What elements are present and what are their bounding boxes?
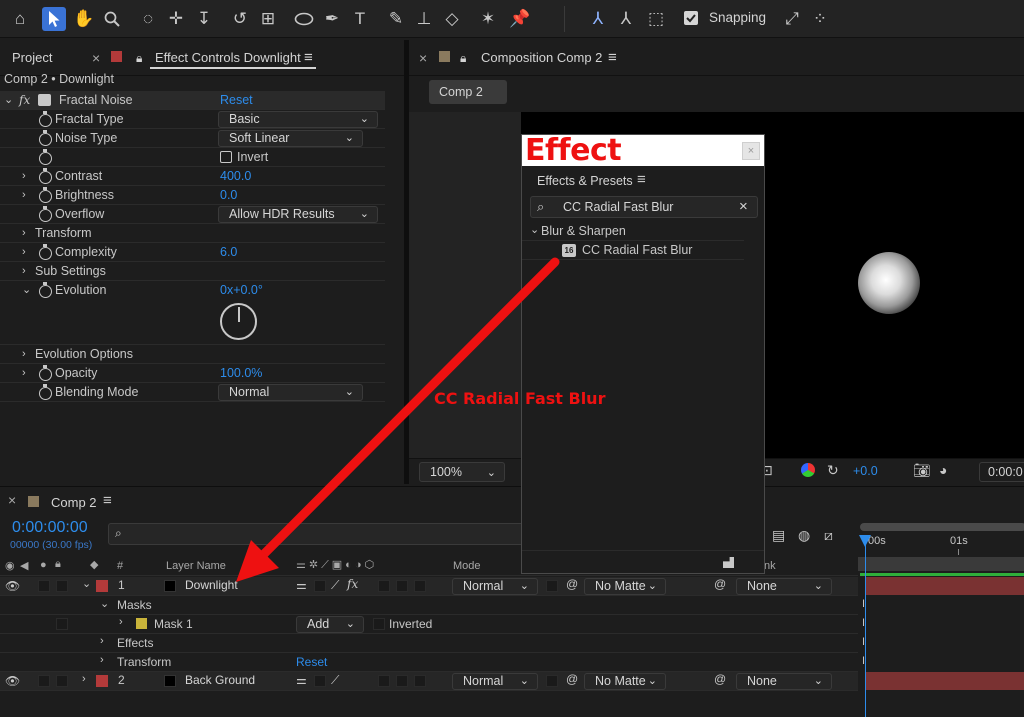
annotation-arrow — [236, 257, 560, 582]
annotation-text: CC Radial Fast Blur — [434, 389, 606, 408]
